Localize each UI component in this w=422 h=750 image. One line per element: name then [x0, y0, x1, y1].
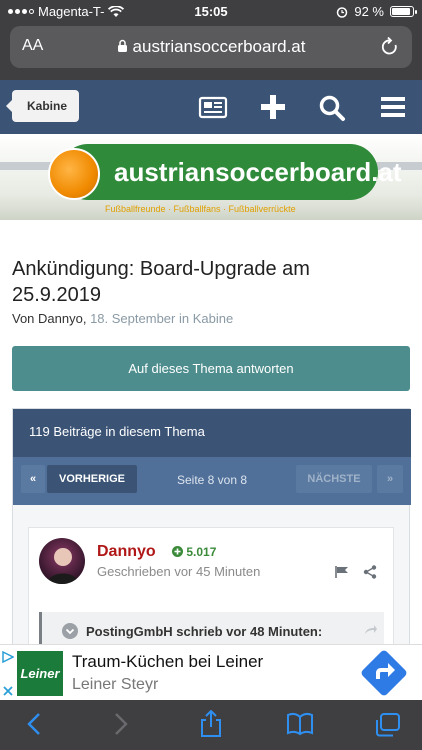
- ad-choices-icon[interactable]: [2, 651, 14, 663]
- battery-icon: [390, 6, 417, 17]
- reply-to-topic-button[interactable]: Auf dieses Thema antworten: [12, 346, 410, 391]
- create-plus-icon[interactable]: [260, 94, 286, 120]
- previous-page-button[interactable]: VORHERIGE: [47, 465, 137, 493]
- post-count: 119 Beiträge in diesem Thema: [13, 409, 411, 457]
- ad-directions-icon[interactable]: [360, 649, 408, 697]
- thread-container: 119 Beiträge in diesem Thema « VORHERIGE…: [12, 408, 411, 650]
- site-logo: austriansoccerboard.at: [60, 144, 402, 200]
- url-display[interactable]: austriansoccerboard.at: [10, 37, 412, 57]
- reload-icon[interactable]: [380, 36, 400, 58]
- topic-date: 18. September in Kabine: [90, 311, 234, 326]
- post-author[interactable]: Dannyo: [97, 543, 156, 561]
- ad-close-icon[interactable]: [2, 685, 14, 697]
- topic-byline: Von Dannyo, 18. September in Kabine: [12, 311, 233, 326]
- bookmarks-icon[interactable]: [286, 712, 314, 736]
- status-right: 92 %: [336, 4, 417, 19]
- soccer-ball-icon: [48, 148, 100, 200]
- last-page-button[interactable]: »: [377, 465, 403, 493]
- next-page-button[interactable]: NÄCHSTE: [296, 465, 372, 493]
- status-bar: Magenta-T- 15:05 92 %: [0, 2, 422, 22]
- page-indicator[interactable]: Seite 8 von 8: [143, 473, 281, 487]
- address-bar[interactable]: AA austriansoccerboard.at: [10, 26, 412, 68]
- post-card: Dannyo 5.017 Geschrieben vor 45 Minuten …: [28, 527, 394, 650]
- back-label: Kabine: [27, 99, 68, 113]
- url-text: austriansoccerboard.at: [132, 37, 306, 56]
- pagination: « VORHERIGE Seite 8 von 8 NÄCHSTE »: [13, 457, 411, 505]
- topic-author[interactable]: Von Dannyo,: [12, 311, 86, 326]
- alarm-icon: [337, 6, 348, 18]
- breadcrumb-back-button[interactable]: Kabine: [6, 90, 79, 122]
- share-sheet-icon[interactable]: [199, 710, 223, 738]
- search-icon[interactable]: [318, 94, 346, 122]
- site-tagline: Fußballfreunde · Fußballfans · Fußballve…: [105, 204, 296, 214]
- back-arrow-icon[interactable]: [26, 712, 42, 736]
- plus-circle-icon: [172, 546, 183, 557]
- topic-title: Ankündigung: Board-Upgrade am 25.9.2019: [12, 258, 310, 306]
- advertiser-logo: Leiner: [17, 651, 63, 696]
- logo-text: austriansoccerboard.at: [114, 156, 402, 187]
- lock-icon: [117, 39, 127, 52]
- post-timestamp: Geschrieben vor 45 Minuten: [97, 564, 261, 579]
- menu-icon[interactable]: [380, 94, 406, 120]
- first-page-button[interactable]: «: [21, 465, 45, 493]
- site-logo-banner[interactable]: austriansoccerboard.at Fußballfreunde · …: [0, 134, 422, 220]
- report-flag-icon[interactable]: [335, 566, 349, 578]
- activity-feed-icon[interactable]: [198, 94, 228, 120]
- advertisement-banner[interactable]: Leiner Traum-Küchen bei Leiner Leiner St…: [0, 644, 422, 700]
- reputation-badge: 5.017: [172, 545, 216, 559]
- browser-top-bar: Magenta-T- 15:05 92 % AA austriansoccerb…: [0, 0, 422, 80]
- forward-arrow-icon[interactable]: [113, 712, 129, 736]
- avatar[interactable]: [39, 538, 85, 584]
- tabs-icon[interactable]: [374, 712, 402, 738]
- jump-to-quote-icon[interactable]: [364, 624, 378, 636]
- reputation-value: 5.017: [186, 545, 217, 559]
- battery-percent: 92 %: [354, 4, 384, 19]
- share-icon[interactable]: [363, 565, 377, 579]
- site-header: Kabine: [0, 80, 422, 134]
- ad-subtitle: Leiner Steyr: [72, 676, 159, 693]
- ad-title: Traum-Küchen bei Leiner: [72, 652, 264, 671]
- browser-toolbar: [0, 700, 422, 750]
- chevron-down-icon[interactable]: [62, 623, 78, 639]
- quote-citation: PostingGmbH schrieb vor 48 Minuten:: [86, 624, 323, 639]
